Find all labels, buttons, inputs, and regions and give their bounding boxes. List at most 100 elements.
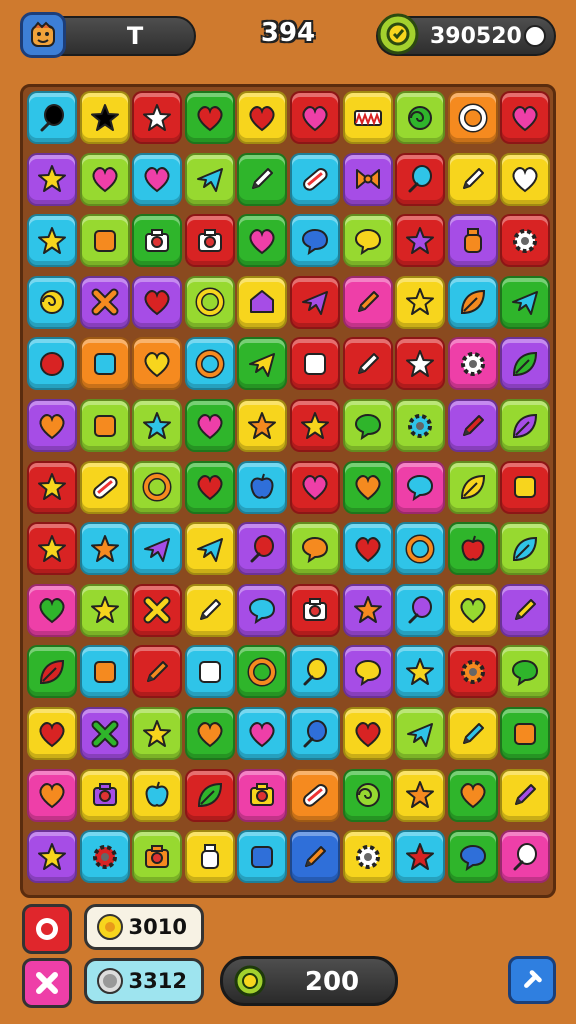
board-tile[interactable] — [447, 152, 498, 206]
board-tile[interactable] — [342, 275, 393, 329]
board-tile[interactable] — [342, 399, 393, 452]
board-tile[interactable] — [184, 275, 235, 329]
board-tile[interactable] — [27, 768, 77, 822]
board-tile[interactable] — [342, 522, 393, 576]
board-tile[interactable] — [500, 337, 551, 391]
board-tile[interactable] — [79, 337, 130, 391]
board-tile[interactable] — [342, 337, 393, 391]
board-tile[interactable] — [500, 830, 551, 884]
board-tile[interactable] — [395, 768, 446, 822]
board-tile[interactable] — [79, 707, 130, 760]
board-tile[interactable] — [27, 522, 77, 576]
board-tile[interactable] — [500, 645, 551, 699]
board-tile[interactable] — [79, 768, 130, 822]
board-tile[interactable] — [290, 768, 340, 822]
board-tile[interactable] — [79, 91, 130, 144]
board-tile[interactable] — [184, 522, 235, 576]
board-tile[interactable] — [237, 583, 288, 637]
board-tile[interactable] — [184, 583, 235, 637]
board-tile[interactable] — [237, 399, 288, 452]
board-tile[interactable] — [500, 152, 551, 206]
board-tile[interactable] — [184, 399, 235, 452]
board-tile[interactable] — [500, 399, 551, 452]
board-tile[interactable] — [447, 399, 498, 452]
board-tile[interactable] — [342, 768, 393, 822]
board-tile[interactable] — [500, 275, 551, 329]
board-tile[interactable] — [184, 707, 235, 760]
board-tile[interactable] — [290, 830, 340, 884]
board-tile[interactable] — [342, 645, 393, 699]
board-tile[interactable] — [184, 460, 235, 514]
board-tile[interactable] — [447, 91, 498, 144]
board-tile[interactable] — [27, 583, 77, 637]
board-tile[interactable] — [342, 460, 393, 514]
board-tile[interactable] — [342, 152, 393, 206]
shuffle-button[interactable] — [22, 958, 72, 1008]
board-tile[interactable] — [132, 522, 183, 576]
board-tile[interactable] — [500, 707, 551, 760]
board-tile[interactable] — [500, 91, 551, 144]
avatar-icon[interactable] — [20, 12, 66, 58]
board-tile[interactable] — [447, 583, 498, 637]
board-tile[interactable] — [290, 91, 340, 144]
board-tile[interactable] — [27, 214, 77, 268]
board-tile[interactable] — [184, 214, 235, 268]
board-tile[interactable] — [237, 91, 288, 144]
board-tile[interactable] — [395, 583, 446, 637]
board-tile[interactable] — [132, 275, 183, 329]
board-tile[interactable] — [79, 830, 130, 884]
board-tile[interactable] — [395, 275, 446, 329]
board-tile[interactable] — [79, 275, 130, 329]
board-tile[interactable] — [132, 830, 183, 884]
board-tile[interactable] — [395, 830, 446, 884]
board-tile[interactable] — [132, 645, 183, 699]
board-tile[interactable] — [237, 460, 288, 514]
board-tile[interactable] — [447, 337, 498, 391]
board-tile[interactable] — [500, 460, 551, 514]
board-tile[interactable] — [79, 152, 130, 206]
board-tile[interactable] — [447, 275, 498, 329]
board-tile[interactable] — [395, 152, 446, 206]
board-tile[interactable] — [184, 830, 235, 884]
board-tile[interactable] — [500, 214, 551, 268]
board-tile[interactable] — [237, 275, 288, 329]
board-tile[interactable] — [79, 583, 130, 637]
board-tile[interactable] — [184, 645, 235, 699]
target-button[interactable] — [22, 904, 72, 954]
board-tile[interactable] — [132, 337, 183, 391]
board-tile[interactable] — [342, 91, 393, 144]
board-tile[interactable] — [27, 275, 77, 329]
board-tile[interactable] — [184, 91, 235, 144]
board-tile[interactable] — [132, 460, 183, 514]
board-tile[interactable] — [447, 645, 498, 699]
board-tile[interactable] — [27, 399, 77, 452]
board-tile[interactable] — [447, 214, 498, 268]
board-tile[interactable] — [237, 152, 288, 206]
board-tile[interactable] — [290, 214, 340, 268]
board-tile[interactable] — [27, 91, 77, 144]
board-tile[interactable] — [447, 830, 498, 884]
board-tile[interactable] — [290, 399, 340, 452]
board-tile[interactable] — [290, 522, 340, 576]
board-tile[interactable] — [500, 583, 551, 637]
board-tile[interactable] — [395, 399, 446, 452]
board-tile[interactable] — [237, 768, 288, 822]
board-tile[interactable] — [237, 830, 288, 884]
board-tile[interactable] — [237, 214, 288, 268]
board-tile[interactable] — [500, 768, 551, 822]
board-tile[interactable] — [395, 460, 446, 514]
board-tile[interactable] — [290, 275, 340, 329]
board-tile[interactable] — [342, 583, 393, 637]
board-tile[interactable] — [132, 214, 183, 268]
board-tile[interactable] — [290, 152, 340, 206]
board-tile[interactable] — [237, 707, 288, 760]
board-tile[interactable] — [79, 522, 130, 576]
board-tile[interactable] — [132, 399, 183, 452]
board-tile[interactable] — [395, 91, 446, 144]
board-tile[interactable] — [79, 645, 130, 699]
board-tile[interactable] — [447, 768, 498, 822]
board-tile[interactable] — [395, 522, 446, 576]
board-tile[interactable] — [395, 707, 446, 760]
board-tile[interactable] — [27, 460, 77, 514]
board-tile[interactable] — [290, 337, 340, 391]
